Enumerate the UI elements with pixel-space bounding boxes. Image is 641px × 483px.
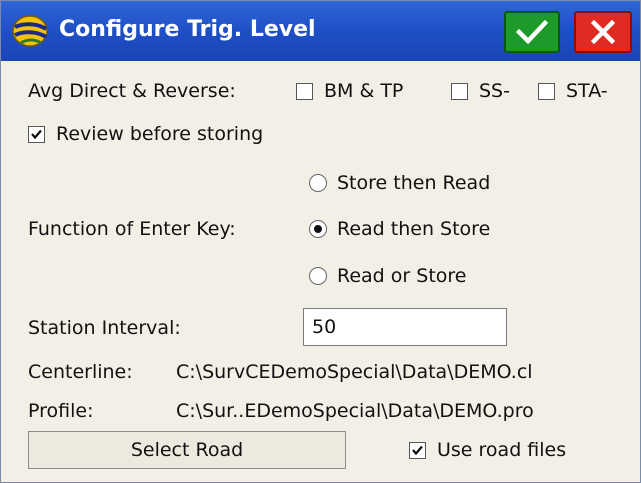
station-interval-label: Station Interval: <box>28 317 181 339</box>
checkmark-icon <box>516 19 548 45</box>
select-road-button[interactable]: Select Road <box>28 431 346 469</box>
bm-tp-checkbox[interactable] <box>296 83 313 100</box>
review-before-storing-label: Review before storing <box>56 123 264 145</box>
checkmark-icon <box>31 129 42 140</box>
app-logo-icon <box>11 13 49 49</box>
bm-tp-label: BM & TP <box>324 80 404 102</box>
function-of-enter-key-label: Function of Enter Key: <box>28 218 236 240</box>
use-road-files-checkbox[interactable] <box>409 442 426 459</box>
read-then-store-label: Read then Store <box>337 218 491 240</box>
sta-label: STA- <box>566 80 608 102</box>
store-then-read-label: Store then Read <box>337 172 491 194</box>
review-before-storing-checkbox[interactable] <box>28 126 45 143</box>
sta-checkbox[interactable] <box>538 83 555 100</box>
checkmark-icon <box>412 445 423 456</box>
read-or-store-label: Read or Store <box>337 265 467 287</box>
window-title: Configure Trig. Level <box>59 17 316 42</box>
close-button[interactable] <box>574 11 632 53</box>
dialog-window: Configure Trig. Level Avg Direct & Rever… <box>0 0 641 483</box>
centerline-path: C:\SurvCEDemoSpecial\Data\DEMO.cl <box>176 361 533 383</box>
ok-button[interactable] <box>504 11 560 53</box>
title-bar: Configure Trig. Level <box>1 1 640 61</box>
read-or-store-radio[interactable] <box>309 267 327 285</box>
close-icon <box>591 20 615 44</box>
use-road-files-label: Use road files <box>437 439 567 461</box>
profile-label: Profile: <box>28 400 94 422</box>
centerline-label: Centerline: <box>28 361 133 383</box>
avg-direct-reverse-label: Avg Direct & Reverse: <box>28 80 236 102</box>
read-then-store-radio[interactable] <box>309 220 327 238</box>
profile-path: C:\Sur..EDemoSpecial\Data\DEMO.pro <box>176 400 534 422</box>
station-interval-input[interactable]: 50 <box>303 308 507 346</box>
store-then-read-radio[interactable] <box>309 174 327 192</box>
ss-checkbox[interactable] <box>451 83 468 100</box>
ss-label: SS- <box>479 80 510 102</box>
